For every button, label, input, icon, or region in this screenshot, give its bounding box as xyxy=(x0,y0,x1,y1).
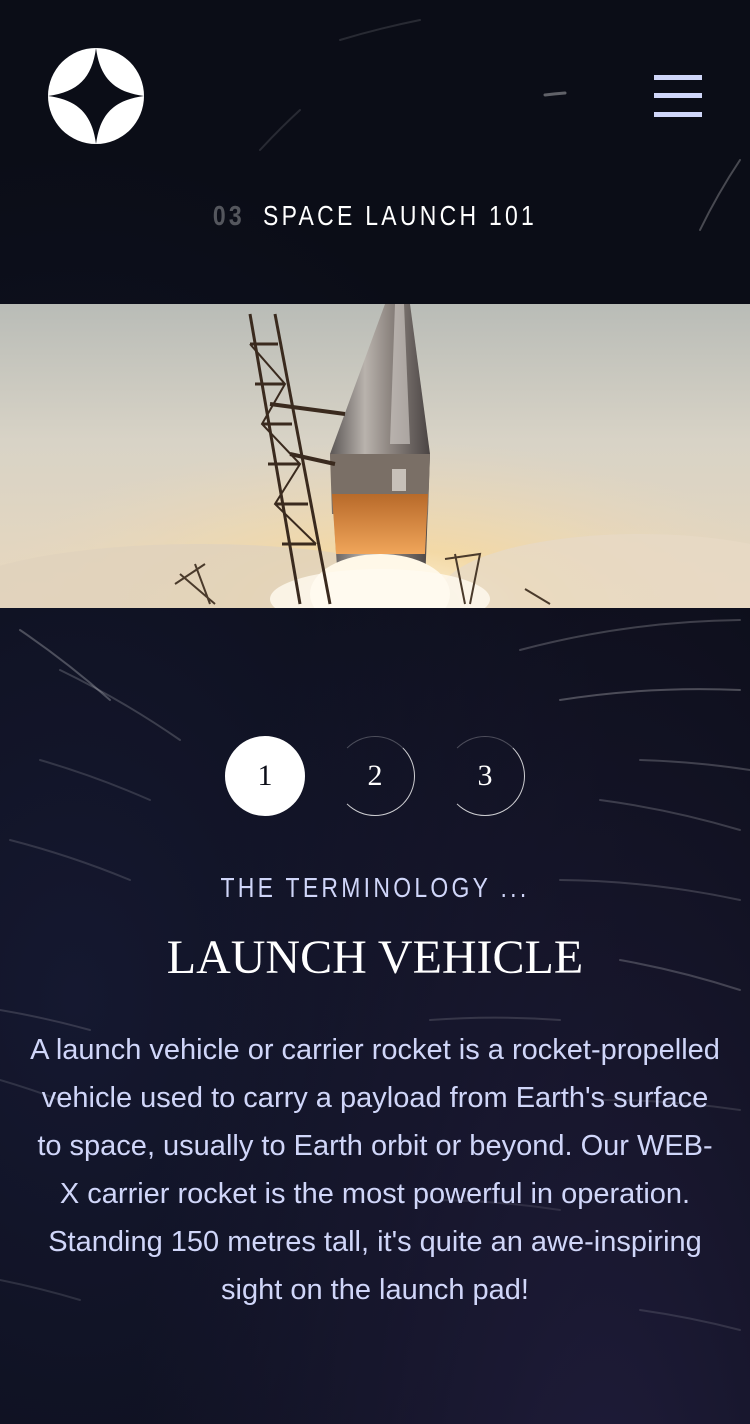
hamburger-menu-icon[interactable] xyxy=(654,75,702,117)
page-title: SPACE LAUNCH 101 xyxy=(263,200,538,231)
slide-pager: 1 2 3 xyxy=(0,736,750,816)
site-header xyxy=(0,0,750,190)
term-description: A launch vehicle or carrier rocket is a … xyxy=(30,1034,720,1306)
page-heading: 03 SPACE LAUNCH 101 xyxy=(68,196,683,236)
pager-button-2[interactable]: 2 xyxy=(335,736,415,816)
terminology-eyebrow: THE TERMINOLOGY ... xyxy=(220,872,530,903)
pager-button-3[interactable]: 3 xyxy=(445,736,525,816)
rocket-launch-image xyxy=(0,304,750,608)
page-number: 03 xyxy=(212,200,245,231)
menu-bar xyxy=(654,75,702,80)
term-title: LAUNCH VEHICLE xyxy=(166,931,584,984)
star-logo-icon[interactable] xyxy=(48,48,144,144)
menu-bar xyxy=(654,112,702,117)
menu-bar xyxy=(654,93,702,98)
pager-button-1[interactable]: 1 xyxy=(225,736,305,816)
